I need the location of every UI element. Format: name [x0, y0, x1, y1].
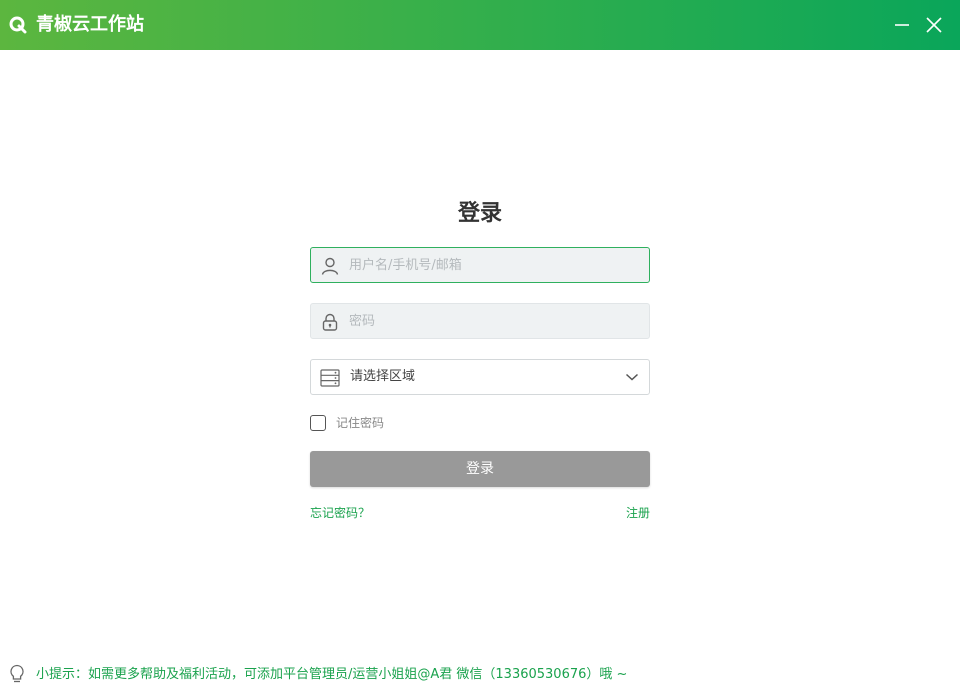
forgot-password-link[interactable]: 忘记密码？ — [310, 505, 370, 521]
username-field[interactable] — [310, 247, 650, 283]
username-input[interactable] — [349, 248, 639, 282]
title-bar: 青椒云工作站 — [0, 0, 960, 50]
close-icon[interactable] — [922, 13, 946, 37]
app-title: 青椒云工作站 — [36, 14, 144, 35]
lightbulb-icon — [10, 664, 24, 683]
remember-label: 记住密码 — [336, 416, 385, 430]
region-selected-value: 请选择区域 — [350, 369, 416, 384]
user-icon — [321, 257, 339, 275]
tip-text: 小提示：如需更多帮助及福利活动，可添加平台管理员/运营小姐姐@A君 微信（133… — [36, 667, 628, 682]
password-input[interactable] — [349, 304, 639, 338]
register-link[interactable]: 注册 — [626, 505, 650, 521]
chevron-down-icon[interactable] — [625, 372, 639, 382]
region-select[interactable]: 请选择区域 — [310, 359, 650, 395]
login-heading: 登录 — [457, 201, 502, 226]
minimize-icon[interactable] — [890, 13, 914, 37]
password-field[interactable] — [310, 303, 650, 339]
server-icon — [320, 369, 340, 387]
remember-checkbox[interactable] — [310, 415, 326, 431]
lock-icon — [322, 313, 338, 331]
app-logo-icon — [9, 16, 27, 34]
login-button[interactable]: 登录 — [310, 451, 650, 487]
